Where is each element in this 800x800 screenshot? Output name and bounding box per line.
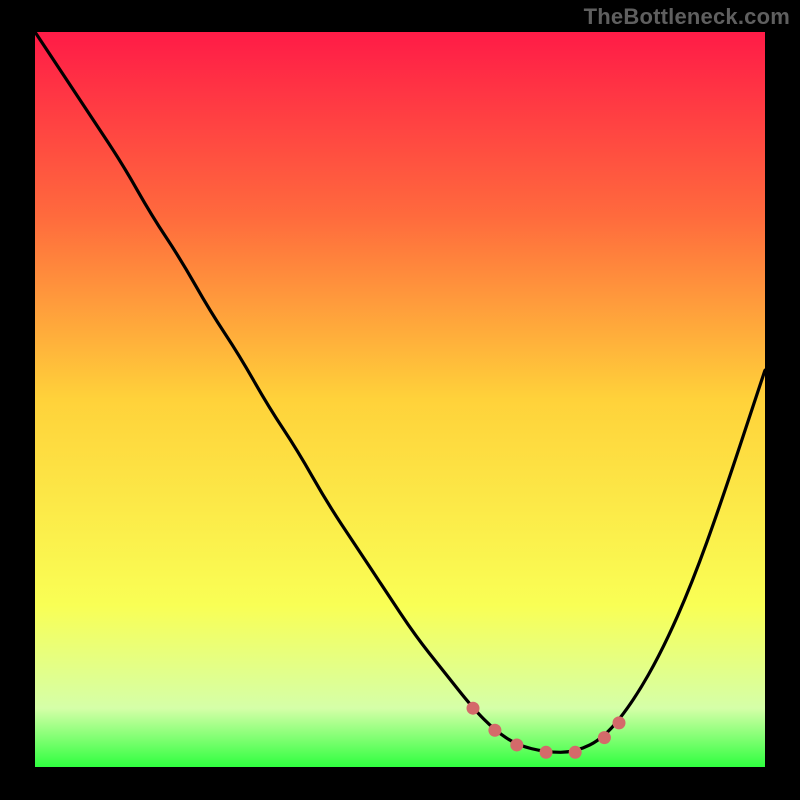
curve-marker	[569, 746, 582, 759]
curve-marker	[510, 738, 523, 751]
curve-marker	[488, 724, 501, 737]
curve-marker	[598, 731, 611, 744]
curve-marker	[467, 702, 480, 715]
plot-area	[35, 32, 765, 767]
gradient-background	[35, 32, 765, 767]
chart-container: TheBottleneck.com	[0, 0, 800, 800]
watermark-text: TheBottleneck.com	[584, 4, 790, 30]
curve-marker	[613, 716, 626, 729]
bottleneck-chart	[35, 32, 765, 767]
curve-marker	[540, 746, 553, 759]
